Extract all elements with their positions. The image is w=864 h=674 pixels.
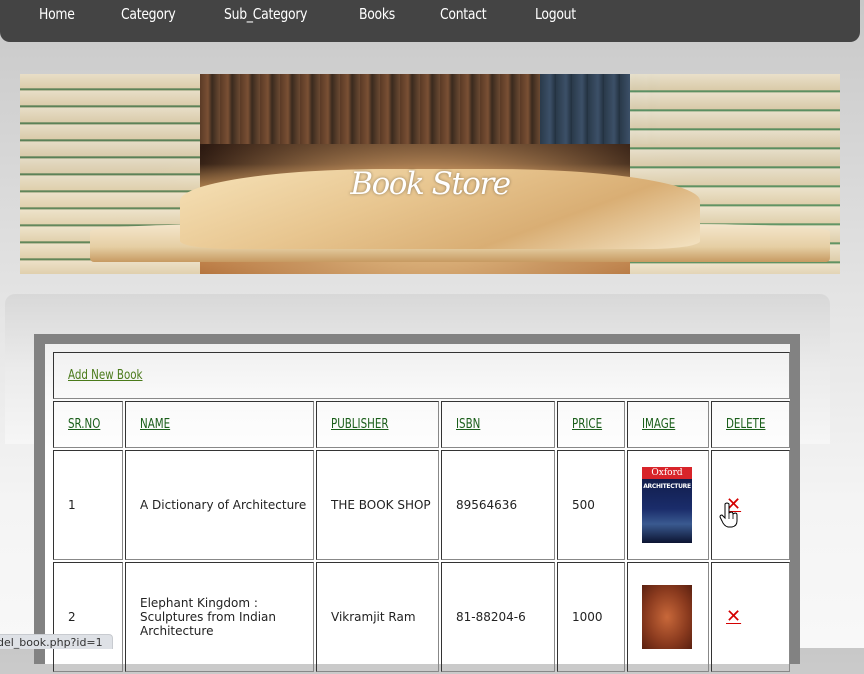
nav-contact[interactable]: Contact xyxy=(440,5,487,23)
cell-name: Elephant Kingdom : Sculptures from India… xyxy=(125,562,314,672)
banner-image: Book Store xyxy=(20,74,840,274)
sort-price-link[interactable]: PRICE xyxy=(572,417,602,432)
book-cover-image xyxy=(642,585,692,649)
cell-image: Oxford ARCHITECTURE xyxy=(627,450,709,560)
nav-sub-category[interactable]: Sub_Category xyxy=(224,5,308,23)
status-bar-text: del_book.php?id=1 xyxy=(0,636,103,649)
header-isbn: ISBN xyxy=(441,401,555,448)
table-header-row: SR.NO NAME PUBLISHER ISBN PRICE IMAGE DE… xyxy=(53,401,790,448)
cell-sr-no: 2 xyxy=(53,562,123,672)
add-new-book-link[interactable]: Add New Book xyxy=(68,368,143,383)
add-row: Add New Book xyxy=(53,352,790,399)
cell-price: 500 xyxy=(557,450,625,560)
book-cover-image: Oxford ARCHITECTURE xyxy=(642,467,692,543)
cell-price: 1000 xyxy=(557,562,625,672)
nav-logout[interactable]: Logout xyxy=(535,5,576,23)
cell-image xyxy=(627,562,709,672)
delete-icon[interactable]: ✕ xyxy=(726,608,741,626)
cell-name: A Dictionary of Architecture xyxy=(125,450,314,560)
status-bar-url: del_book.php?id=1 xyxy=(0,634,113,649)
sort-isbn-link[interactable]: ISBN xyxy=(456,417,480,432)
nav-home[interactable]: Home xyxy=(39,5,75,23)
cell-isbn: 81-88204-6 xyxy=(441,562,555,672)
header-price: PRICE xyxy=(557,401,625,448)
cell-publisher: Vikramjit Ram xyxy=(316,562,439,672)
hand-cursor-icon xyxy=(719,502,738,528)
cell-publisher: THE BOOK SHOP xyxy=(316,450,439,560)
cell-sr-no: 1 xyxy=(53,450,123,560)
nav-category[interactable]: Category xyxy=(121,5,176,23)
header-image: IMAGE xyxy=(627,401,709,448)
header-sr-no: SR.NO xyxy=(53,401,123,448)
books-table: Add New Book SR.NO NAME PUBLISHER ISBN P… xyxy=(51,350,792,674)
cell-isbn: 89564636 xyxy=(441,450,555,560)
header-delete: DELETE xyxy=(711,401,790,448)
banner-title: Book Store xyxy=(350,166,511,202)
sort-sr-no-link[interactable]: SR.NO xyxy=(68,417,100,432)
cover-title: ARCHITECTURE xyxy=(643,483,691,490)
sort-name-link[interactable]: NAME xyxy=(140,417,170,432)
top-nav: Home Category Sub_Category Books Contact… xyxy=(0,0,860,42)
sort-delete-link[interactable]: DELETE xyxy=(726,417,765,432)
table-row: 1 A Dictionary of Architecture THE BOOK … xyxy=(53,450,790,560)
table-row: 2 Elephant Kingdom : Sculptures from Ind… xyxy=(53,562,790,672)
cover-publisher-band: Oxford xyxy=(642,467,692,479)
sort-publisher-link[interactable]: PUBLISHER xyxy=(331,417,389,432)
header-publisher: PUBLISHER xyxy=(316,401,439,448)
cell-delete: ✕ xyxy=(711,562,790,672)
header-name: NAME xyxy=(125,401,314,448)
nav-books[interactable]: Books xyxy=(359,5,395,23)
sort-image-link[interactable]: IMAGE xyxy=(642,417,675,432)
